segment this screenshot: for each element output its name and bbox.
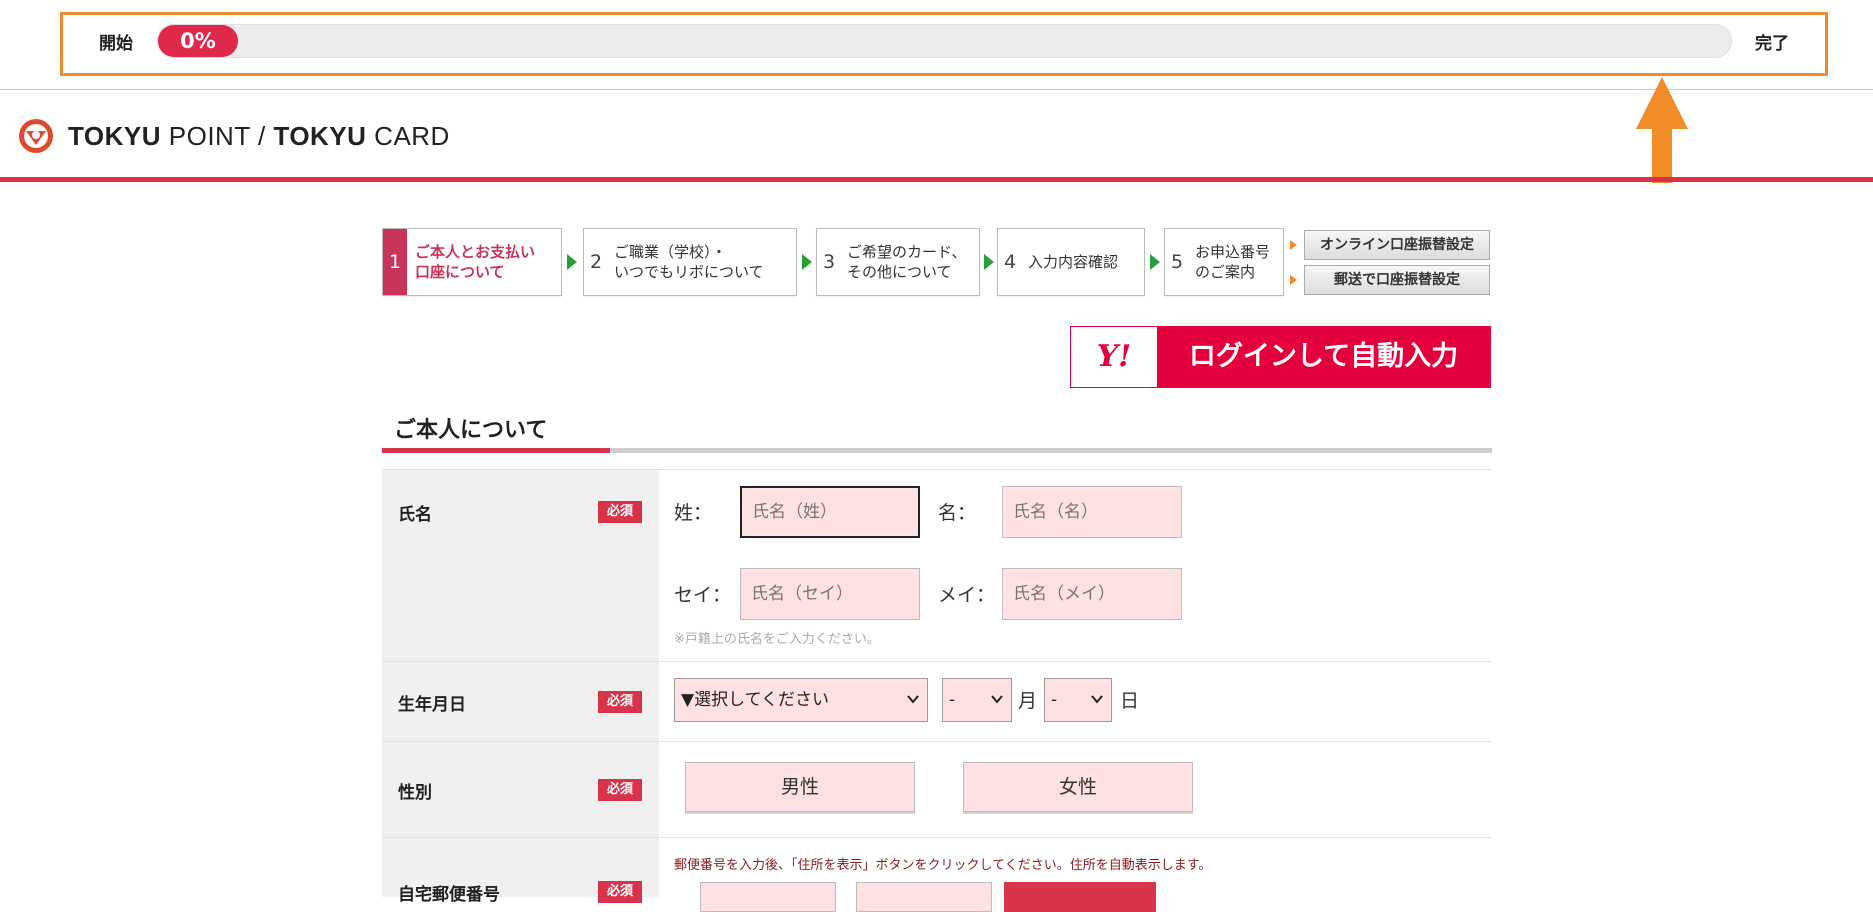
- name-label: 氏名: [398, 505, 432, 525]
- postal-code-first-input[interactable]: [700, 882, 836, 912]
- postal-row: 自宅郵便番号 必須 郵便番号を入力後、「住所を表示」ボタンをクリックしてください…: [382, 837, 1492, 912]
- step-4: 4 入力内容確認: [997, 228, 1145, 296]
- site-logo[interactable]: TOKYU POINT / TOKYU CARD: [18, 118, 450, 154]
- birth-month-select[interactable]: -: [942, 678, 1012, 722]
- progress-percent: 0%: [158, 25, 238, 57]
- required-badge: 必須: [598, 881, 642, 903]
- postal-code-second-input[interactable]: [856, 882, 992, 912]
- step-3: 3 ご希望のカード、 その他について: [816, 228, 980, 296]
- chevron-down-icon: [1091, 695, 1103, 704]
- month-unit: 月: [1018, 690, 1038, 712]
- step-1: 1 ご本人とお支払い 口座について: [382, 228, 562, 296]
- mail-account-transfer-link[interactable]: 郵送で口座振替設定: [1304, 265, 1490, 295]
- step-navigation: 1 ご本人とお支払い 口座について 2 ご職業（学校）・ いつでもリボについて 3 …: [382, 228, 1492, 296]
- birthdate-row: 生年月日 必須 ▼選択してください - 月 - 日: [382, 661, 1492, 741]
- progress-bar: 0%: [157, 24, 1732, 58]
- gender-label: 性別: [398, 783, 432, 803]
- required-badge: 必須: [598, 779, 642, 801]
- tokyu-logo-icon: [19, 119, 53, 153]
- online-account-transfer-link[interactable]: オンライン口座振替設定: [1304, 230, 1490, 260]
- birth-day-select[interactable]: -: [1044, 678, 1112, 722]
- progress-start-label: 開始: [99, 34, 133, 54]
- section-title: ご本人について: [394, 418, 548, 443]
- progress-frame: 開始 0% 完了: [60, 12, 1828, 76]
- gender-row: 性別 必須 男性 女性: [382, 741, 1492, 837]
- brand-divider: [0, 177, 1873, 182]
- brand-name: TOKYU POINT / TOKYU CARD: [68, 120, 450, 151]
- yahoo-logo-icon: Y!: [1071, 327, 1157, 387]
- required-badge: 必須: [598, 691, 642, 713]
- birthdate-label: 生年月日: [398, 695, 466, 715]
- side-link-marker-icon: [1290, 275, 1297, 285]
- male-button[interactable]: 男性: [685, 762, 915, 812]
- mei-label: 名：: [938, 502, 977, 524]
- birth-year-select[interactable]: ▼選択してください: [674, 678, 928, 722]
- required-badge: 必須: [598, 501, 642, 523]
- name-row: 氏名 必須 姓： 名： セイ： メイ： ※戸籍上の氏名をご入力ください。: [382, 469, 1492, 661]
- day-unit: 日: [1120, 690, 1140, 712]
- step-5: 5 お申込番号 のご案内: [1164, 228, 1284, 296]
- step-arrow-icon: [802, 254, 812, 270]
- progress-end-label: 完了: [1755, 34, 1789, 54]
- step-2: 2 ご職業（学校）・ いつでもリボについて: [583, 228, 797, 296]
- header-divider: [0, 89, 1873, 90]
- sei-kana-label: セイ：: [674, 584, 732, 606]
- female-button[interactable]: 女性: [963, 762, 1193, 812]
- yahoo-login-button[interactable]: Y! ログインして自動入力: [1070, 326, 1491, 388]
- show-address-button[interactable]: [1004, 882, 1156, 912]
- chevron-down-icon: [907, 695, 919, 704]
- side-link-marker-icon: [1290, 240, 1297, 250]
- mei-kana-label: メイ：: [938, 584, 996, 606]
- postal-label: 自宅郵便番号: [398, 885, 500, 905]
- postal-note: 郵便番号を入力後、「住所を表示」ボタンをクリックしてください。住所を自動表示しま…: [674, 858, 1212, 873]
- first-name-input[interactable]: [1002, 486, 1182, 538]
- step-arrow-icon: [984, 254, 994, 270]
- sei-label: 姓：: [674, 502, 713, 524]
- chevron-down-icon: [991, 695, 1003, 704]
- name-note: ※戸籍上の氏名をご入力ください。: [674, 632, 880, 647]
- last-name-kana-input[interactable]: [740, 568, 920, 620]
- up-arrow-icon: [1636, 77, 1688, 183]
- section-divider-accent: [382, 448, 610, 453]
- first-name-kana-input[interactable]: [1002, 568, 1182, 620]
- step-arrow-icon: [1150, 254, 1160, 270]
- last-name-input[interactable]: [740, 486, 920, 538]
- step-arrow-icon: [567, 254, 577, 270]
- yahoo-login-label: ログインして自動入力: [1157, 327, 1490, 387]
